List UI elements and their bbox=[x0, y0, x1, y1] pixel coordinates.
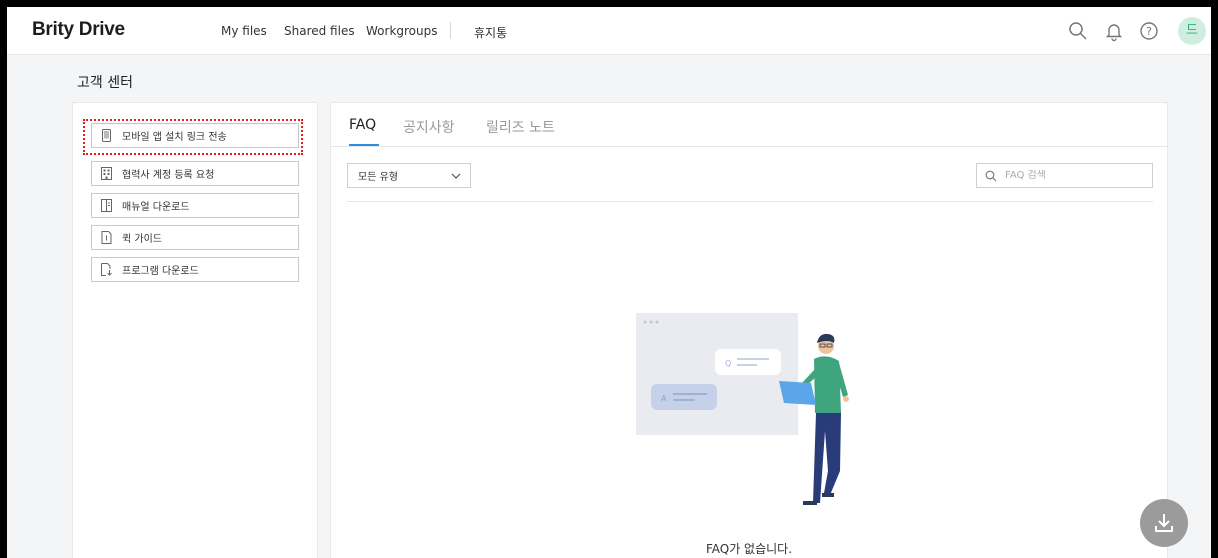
tab-notices[interactable]: 공지사항 bbox=[403, 117, 455, 137]
sidebar-item-quick-guide[interactable]: 퀵 가이드 bbox=[91, 225, 299, 250]
app-window: Brity Drive My files Shared files Workgr… bbox=[7, 7, 1211, 558]
sidebar-item-manual-download[interactable]: 매뉴얼 다운로드 bbox=[91, 193, 299, 218]
support-sidebar: 모바일 앱 설치 링크 전송 협력사 계정 등록 요청 매뉴얼 다운로드 퀵 가… bbox=[72, 102, 318, 558]
search-icon[interactable] bbox=[1067, 20, 1089, 42]
nav-divider bbox=[450, 22, 451, 39]
active-tab-indicator bbox=[349, 144, 379, 146]
brand-logo[interactable]: Brity Drive bbox=[32, 19, 125, 41]
tab-faq[interactable]: FAQ bbox=[349, 117, 376, 133]
sidebar-item-label: 협력사 계정 등록 요청 bbox=[122, 170, 215, 181]
chevron-down-icon bbox=[451, 173, 461, 179]
manual-icon bbox=[101, 199, 112, 212]
sidebar-item-partner-account-request[interactable]: 협력사 계정 등록 요청 bbox=[91, 161, 299, 186]
top-header: Brity Drive My files Shared files Workgr… bbox=[7, 7, 1211, 55]
sidebar-item-mobile-app-link[interactable]: 모바일 앱 설치 링크 전송 bbox=[91, 123, 299, 148]
search-icon bbox=[985, 170, 997, 181]
faq-panel: FAQ 공지사항 릴리즈 노트 모든 유형 Q bbox=[330, 102, 1168, 558]
bell-icon[interactable] bbox=[1103, 20, 1125, 42]
svg-text:A: A bbox=[661, 394, 667, 403]
sidebar-item-label: 모바일 앱 설치 링크 전송 bbox=[122, 132, 227, 143]
svg-text:?: ? bbox=[1146, 25, 1152, 38]
tab-bar: FAQ 공지사항 릴리즈 노트 bbox=[331, 103, 1167, 147]
mobile-icon bbox=[102, 129, 111, 142]
help-icon[interactable]: ? bbox=[1138, 20, 1160, 42]
tab-release-notes[interactable]: 릴리즈 노트 bbox=[486, 117, 555, 137]
faq-search[interactable] bbox=[976, 163, 1153, 188]
nav-shared-files[interactable]: Shared files bbox=[284, 24, 355, 38]
type-filter-select[interactable]: 모든 유형 bbox=[347, 163, 471, 188]
content-divider bbox=[347, 201, 1153, 202]
sidebar-item-label: 매뉴얼 다운로드 bbox=[122, 202, 190, 213]
file-download-icon bbox=[101, 263, 112, 276]
sidebar-item-label: 퀵 가이드 bbox=[122, 234, 162, 245]
nav-trash[interactable]: 휴지통 bbox=[474, 24, 507, 41]
building-icon bbox=[101, 167, 112, 180]
empty-message: FAQ가 없습니다. bbox=[705, 542, 793, 556]
download-button[interactable] bbox=[1140, 499, 1188, 547]
nav-workgroups[interactable]: Workgroups bbox=[366, 24, 438, 38]
sidebar-item-program-download[interactable]: 프로그램 다운로드 bbox=[91, 257, 299, 282]
page-title: 고객 센터 bbox=[77, 75, 133, 91]
nav-my-files[interactable]: My files bbox=[221, 24, 267, 38]
document-icon bbox=[101, 231, 112, 244]
user-avatar[interactable]: 드 bbox=[1178, 17, 1206, 45]
faq-search-input[interactable] bbox=[1005, 170, 1145, 181]
empty-faq-illustration: Q A bbox=[636, 313, 849, 505]
type-filter-value: 모든 유형 bbox=[358, 172, 398, 183]
svg-text:Q: Q bbox=[725, 359, 731, 368]
download-icon bbox=[1155, 514, 1173, 532]
sidebar-item-label: 프로그램 다운로드 bbox=[122, 266, 199, 277]
